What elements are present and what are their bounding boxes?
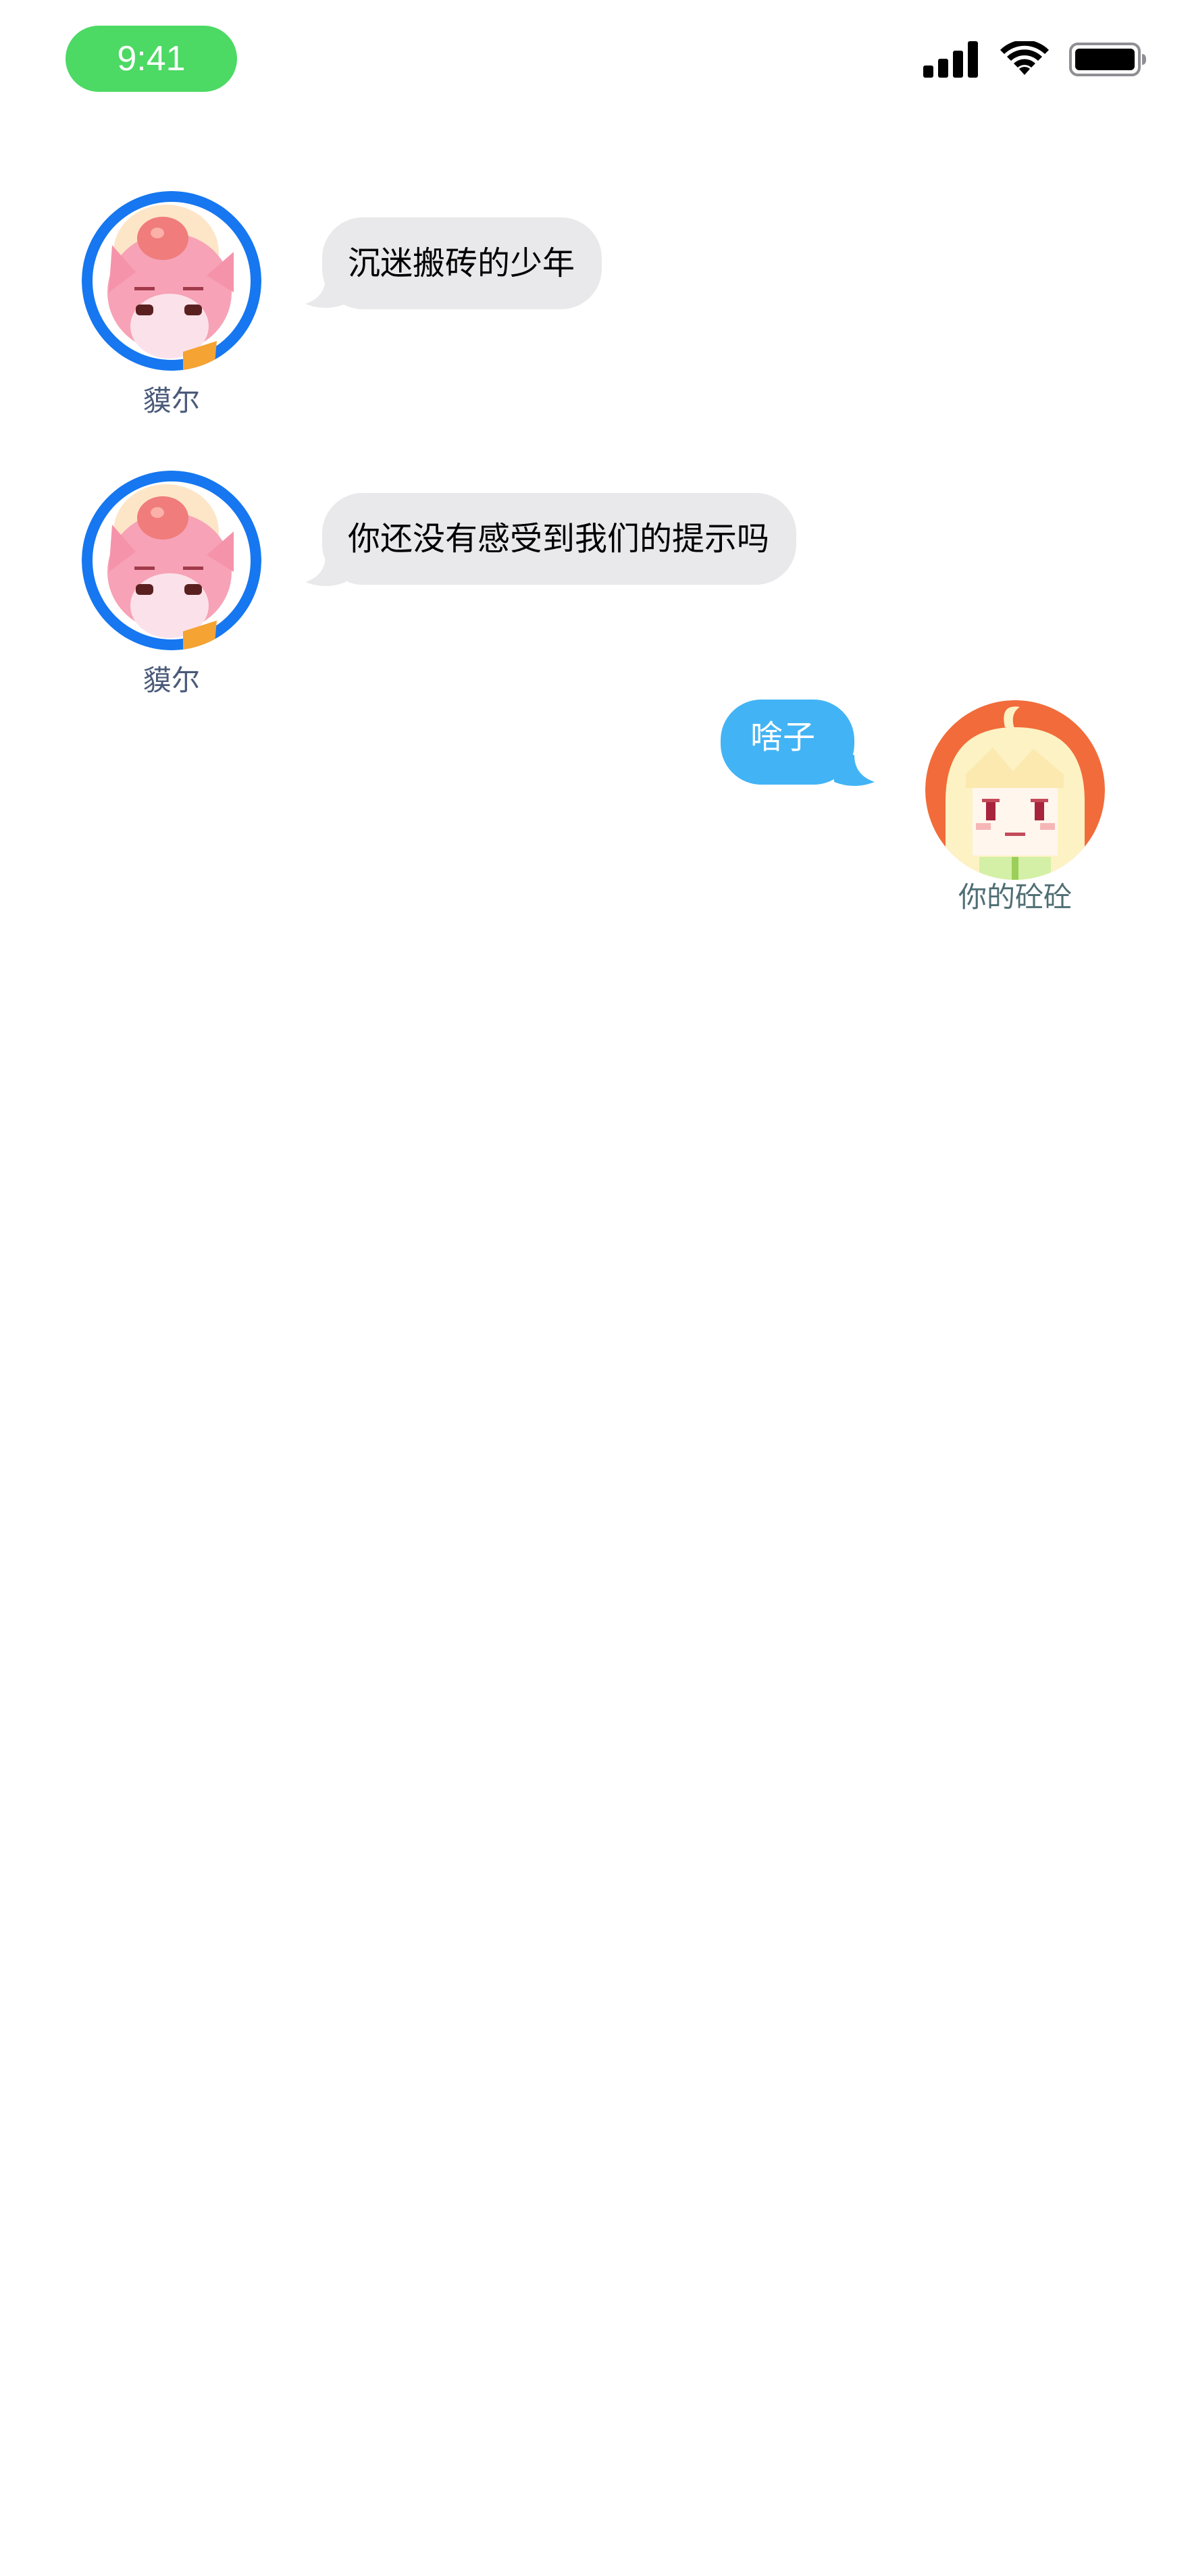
pink-creature-avatar-icon [82,471,261,650]
battery-full-icon [1069,43,1146,76]
pink-creature-avatar-icon [82,191,261,371]
blonde-pixel-girl-avatar-icon [925,700,1105,880]
sender-name: 貘尔 [143,664,200,697]
avatar[interactable] [925,700,1105,880]
avatar[interactable] [82,191,261,371]
chat-screen: 9:41 貘尔 沉迷搬砖的少年 貘尔 你还没有感受到我们的提示吗 啥子 你的砼砼 [0,0,1190,2576]
sender-name: 你的砼砼 [958,880,1072,914]
sender-name: 貘尔 [143,384,200,417]
status-time: 9:41 [66,26,237,92]
message-bubble-incoming[interactable]: 你还没有感受到我们的提示吗 [322,493,797,585]
avatar[interactable] [82,471,261,650]
status-icons [923,39,1147,80]
wifi-icon [1000,41,1049,75]
cellular-signal-icon [923,41,978,78]
message-bubble-outgoing[interactable]: 啥子 [721,700,855,785]
message-bubble-incoming[interactable]: 沉迷搬砖的少年 [322,217,602,309]
